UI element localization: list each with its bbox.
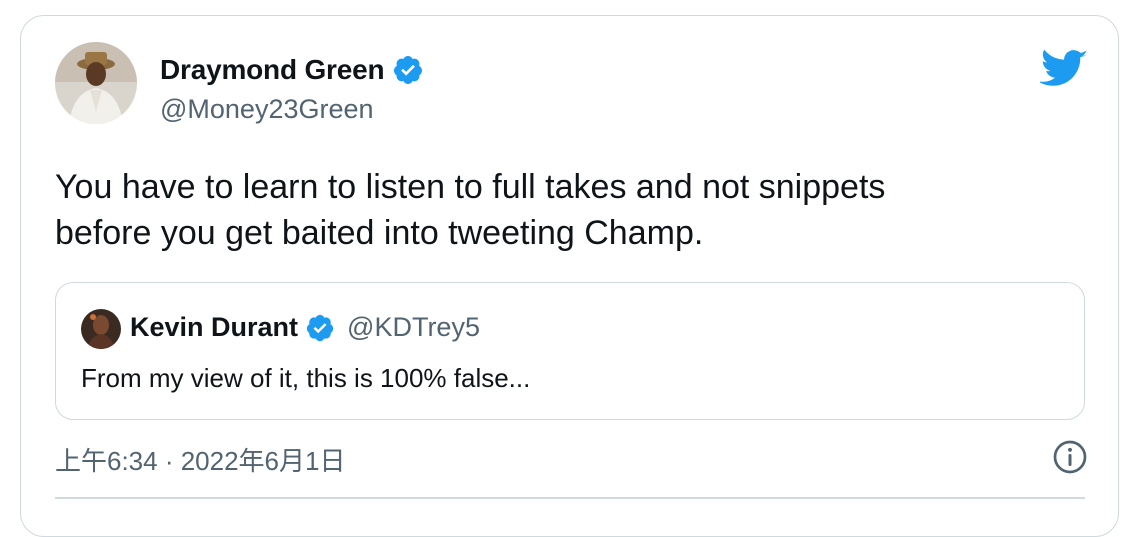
quoted-author-avatar[interactable]: [81, 309, 121, 349]
tweet-timestamp[interactable]: 上午6:34 · 2022年6月1日: [55, 441, 345, 478]
author-handle[interactable]: @Money23Green: [160, 94, 374, 125]
author-avatar[interactable]: [55, 42, 137, 124]
verified-badge-icon: [306, 314, 334, 341]
quoted-author-name[interactable]: Kevin Durant: [130, 312, 298, 343]
divider: [55, 497, 1085, 499]
twitter-bird-icon[interactable]: [1040, 48, 1088, 88]
tweet-text-line: You have to learn to listen to full take…: [55, 168, 886, 206]
tweet-text-line: before you get baited into tweeting Cham…: [55, 214, 704, 252]
author-name[interactable]: Draymond Green: [160, 54, 385, 86]
quoted-author-handle[interactable]: @KDTrey5: [347, 312, 480, 343]
tweet-text: You have to learn to listen to full take…: [55, 164, 1085, 256]
verified-badge-icon: [394, 56, 423, 84]
tweet-card[interactable]: Draymond Green @Money23Green You have to…: [20, 15, 1119, 537]
quoted-tweet-text: From my view of it, this is 100% false..…: [81, 363, 531, 393]
info-icon[interactable]: [1052, 439, 1088, 475]
quoted-tweet[interactable]: Kevin Durant @KDTrey5 From my view of it…: [55, 282, 1085, 420]
